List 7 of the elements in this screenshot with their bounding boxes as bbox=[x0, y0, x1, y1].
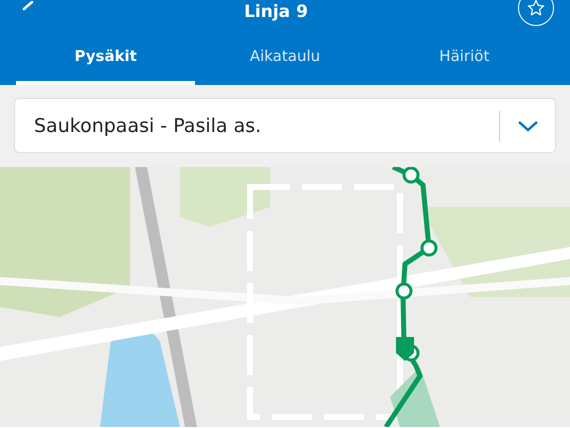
tab[interactable]: Aikataulu bbox=[195, 30, 375, 85]
favorite-button[interactable] bbox=[518, 0, 554, 26]
star-icon bbox=[527, 0, 545, 17]
route-dropdown[interactable]: Saukonpaasi - Pasila as. bbox=[14, 98, 556, 153]
screen-title: Linja 9 bbox=[244, 2, 308, 22]
tab[interactable]: Häiriöt bbox=[374, 30, 554, 85]
chevron-down-icon bbox=[516, 120, 538, 132]
